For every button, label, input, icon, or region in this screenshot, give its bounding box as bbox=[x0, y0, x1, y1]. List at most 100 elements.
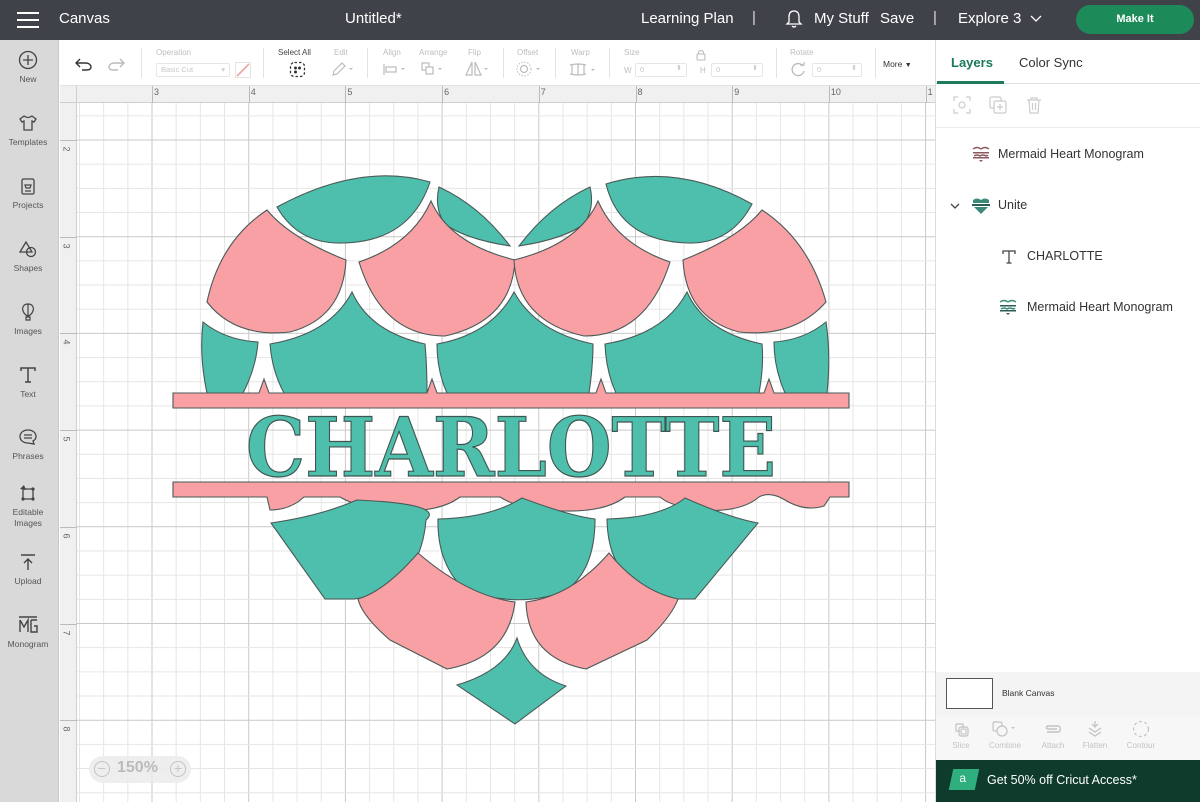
slice-button[interactable]: Slice bbox=[948, 720, 974, 750]
sidebar-item-new[interactable]: New bbox=[0, 50, 56, 85]
group-icon[interactable] bbox=[953, 96, 971, 114]
height-label: H bbox=[700, 66, 706, 75]
edit-toolbar: Operation Basic Cut ▾ Select All Edit Ali… bbox=[60, 40, 935, 86]
zoom-in-button[interactable]: + bbox=[170, 761, 186, 777]
bell-icon[interactable] bbox=[785, 9, 803, 29]
width-label: W bbox=[624, 66, 632, 75]
sidebar-item-phrases[interactable]: Phrases bbox=[0, 427, 56, 462]
pen-color-swatch[interactable] bbox=[235, 62, 251, 78]
combine-button[interactable]: Combine bbox=[984, 720, 1026, 750]
text-icon bbox=[20, 367, 36, 383]
separator: | bbox=[752, 9, 756, 26]
sidebar-item-images[interactable]: Images bbox=[0, 302, 56, 337]
contour-icon bbox=[1132, 720, 1150, 738]
sidebar-item-upload[interactable]: Upload bbox=[0, 552, 56, 587]
scale-teal bbox=[605, 175, 753, 244]
flatten-label: Flatten bbox=[1082, 741, 1108, 750]
machine-select[interactable]: Explore 3 bbox=[958, 10, 1042, 27]
sidebar-item-shapes[interactable]: Shapes bbox=[0, 239, 56, 274]
flip-icon[interactable] bbox=[465, 61, 491, 76]
sidebar-item-editable-images[interactable]: Editable Images bbox=[0, 483, 56, 529]
sidebar-label: Editable Images bbox=[12, 507, 44, 528]
sidebar-label: New bbox=[19, 74, 37, 84]
select-all-label: Select All bbox=[278, 48, 311, 57]
paperclip-icon bbox=[1045, 725, 1061, 733]
trash-icon[interactable] bbox=[1025, 96, 1043, 114]
sidebar-label: Images bbox=[14, 326, 42, 336]
tshirt-icon bbox=[19, 115, 37, 131]
blank-canvas-swatch bbox=[946, 678, 993, 709]
flip-label: Flip bbox=[468, 48, 481, 57]
lock-icon[interactable] bbox=[696, 49, 706, 61]
layer-name: Unite bbox=[998, 198, 1028, 212]
access-badge-icon: a bbox=[948, 769, 980, 790]
more-label: More bbox=[883, 59, 903, 69]
unite-thumb-icon bbox=[972, 198, 990, 214]
mermaid-heart-design[interactable]: CHARLOTTE bbox=[60, 86, 935, 802]
select-all-icon[interactable] bbox=[289, 61, 306, 78]
layer-name: Mermaid Heart Monogram bbox=[998, 147, 1144, 161]
plus-circle-icon bbox=[18, 50, 38, 70]
menu-icon[interactable] bbox=[17, 12, 39, 28]
sidebar-item-text[interactable]: Text bbox=[0, 365, 56, 400]
layer-tools: Slice Combine Attach Flatten Contour bbox=[936, 716, 1200, 760]
tab-color-sync[interactable]: Color Sync bbox=[1019, 55, 1083, 70]
layer-name: CHARLOTTE bbox=[1027, 249, 1103, 263]
align-icon[interactable] bbox=[383, 63, 409, 76]
layer-group[interactable]: Unite bbox=[936, 186, 1200, 226]
sidebar-item-projects[interactable]: Projects bbox=[0, 176, 56, 211]
shapes-icon bbox=[18, 240, 37, 258]
speech-bubble-icon bbox=[19, 429, 37, 445]
size-label: Size bbox=[624, 48, 640, 57]
sidebar-label: Text bbox=[20, 389, 36, 399]
design-canvas[interactable]: 3 4 5 6 7 8 9 10 1 2345678 CHARLOTTE − 1… bbox=[60, 86, 935, 802]
zoom-out-button[interactable]: − bbox=[94, 761, 110, 777]
sidebar-label: Monogram bbox=[7, 639, 49, 649]
layer-item[interactable]: Mermaid Heart Monogram bbox=[936, 135, 1200, 175]
redo-icon[interactable] bbox=[108, 57, 125, 71]
contour-label: Contour bbox=[1126, 741, 1156, 750]
scale-teal bbox=[276, 175, 431, 244]
slice-label: Slice bbox=[952, 741, 970, 750]
flatten-button[interactable]: Flatten bbox=[1078, 720, 1112, 750]
cricut-access-promo[interactable]: a Get 50% off Cricut Access* bbox=[936, 760, 1200, 802]
undo-icon[interactable] bbox=[75, 57, 92, 71]
zoom-level: 150% bbox=[117, 759, 158, 776]
layer-item[interactable]: Mermaid Heart Monogram bbox=[936, 288, 1200, 328]
height-input[interactable]: 0 ⬍ bbox=[711, 63, 763, 77]
rotate-input[interactable]: 0 ⬍ bbox=[812, 63, 862, 77]
offset-label: Offset bbox=[517, 48, 539, 57]
panel-tabs: Layers Color Sync bbox=[936, 40, 1200, 84]
chevron-down-icon[interactable] bbox=[950, 203, 960, 210]
document-title[interactable]: Untitled* bbox=[345, 10, 402, 27]
duplicate-icon[interactable] bbox=[989, 96, 1007, 114]
offset-icon[interactable] bbox=[516, 61, 544, 77]
edit-pencil-icon[interactable] bbox=[331, 62, 355, 77]
sidebar-item-monogram[interactable]: Monogram bbox=[0, 615, 56, 650]
operation-select[interactable]: Basic Cut ▾ bbox=[156, 63, 230, 77]
app-title: Canvas bbox=[59, 10, 110, 27]
sidebar-item-templates[interactable]: Templates bbox=[0, 113, 56, 148]
rotate-icon[interactable] bbox=[791, 62, 806, 77]
mermaid-heart-thumb-icon bbox=[999, 299, 1017, 315]
tab-layers[interactable]: Layers bbox=[951, 55, 993, 70]
layer-item[interactable]: CHARLOTTE bbox=[936, 237, 1200, 277]
layer-actions bbox=[936, 84, 1200, 128]
top-bar: Canvas Untitled* Learning Plan | My Stuf… bbox=[0, 0, 1200, 40]
access-badge-letter: a bbox=[959, 771, 967, 785]
save-button[interactable]: Save bbox=[880, 10, 914, 27]
warp-icon[interactable] bbox=[569, 63, 599, 76]
contour-button[interactable]: Contour bbox=[1122, 720, 1160, 750]
sidebar-label: Templates bbox=[8, 137, 48, 147]
more-button[interactable]: More ▼ bbox=[883, 59, 912, 69]
rotate-label: Rotate bbox=[790, 48, 814, 57]
combine-icon bbox=[992, 721, 1015, 737]
charlotte-text[interactable]: CHARLOTTE bbox=[245, 400, 776, 496]
attach-button[interactable]: Attach bbox=[1037, 720, 1069, 750]
blank-canvas-layer[interactable]: Blank Canvas bbox=[936, 672, 1200, 716]
arrange-icon[interactable] bbox=[421, 62, 447, 76]
learning-plan-link[interactable]: Learning Plan bbox=[641, 10, 734, 27]
make-it-button[interactable]: Make It bbox=[1076, 5, 1194, 34]
width-input[interactable]: 0 ⬍ bbox=[635, 63, 687, 77]
my-stuff-link[interactable]: My Stuff bbox=[814, 10, 869, 27]
